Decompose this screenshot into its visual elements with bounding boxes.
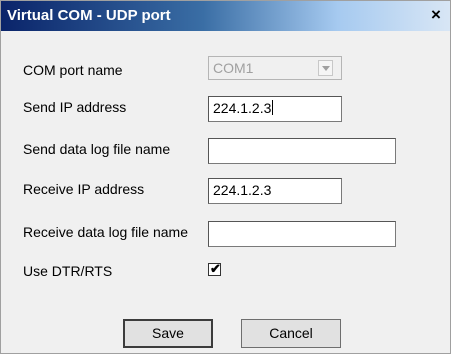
- com-port-value: COM1: [213, 60, 254, 76]
- receive-log-label: Receive data log file name: [23, 224, 188, 240]
- checkmark-icon: ✔: [210, 261, 221, 276]
- receive-log-input[interactable]: [208, 221, 396, 247]
- close-icon[interactable]: ×: [428, 6, 444, 23]
- title-bar[interactable]: Virtual COM - UDP port ×: [1, 1, 450, 31]
- save-button[interactable]: Save: [123, 319, 213, 348]
- send-log-input[interactable]: [208, 138, 396, 164]
- dtr-rts-checkbox[interactable]: ✔: [208, 261, 221, 276]
- com-port-select[interactable]: COM1: [208, 56, 342, 80]
- send-ip-input[interactable]: 224.1.2.3: [208, 96, 342, 122]
- com-port-label: COM port name: [23, 62, 123, 78]
- dtr-rts-label: Use DTR/RTS: [23, 263, 113, 279]
- window-title: Virtual COM - UDP port: [7, 7, 171, 24]
- text-cursor: [272, 100, 274, 115]
- receive-ip-label: Receive IP address: [23, 181, 145, 197]
- send-ip-value: 224.1.2.3: [213, 100, 272, 116]
- cancel-button[interactable]: Cancel: [241, 319, 341, 348]
- send-log-label: Send data log file name: [23, 141, 171, 157]
- dialog-window: Virtual COM - UDP port × COM port name C…: [0, 0, 451, 354]
- chevron-down-icon[interactable]: [318, 60, 333, 76]
- receive-ip-input[interactable]: 224.1.2.3: [208, 178, 342, 204]
- send-ip-label: Send IP address: [23, 99, 127, 115]
